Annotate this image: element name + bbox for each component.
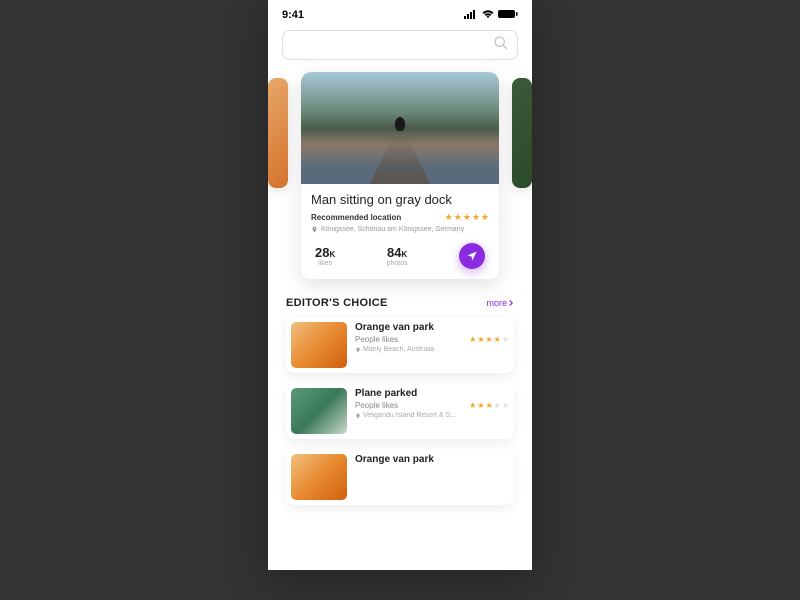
- star-icon: ★: [463, 212, 471, 223]
- star-icon: ★: [454, 212, 462, 223]
- star-icon: ★: [494, 401, 501, 410]
- section-title: EDITOR'S CHOICE: [286, 297, 388, 309]
- star-icon: ★: [445, 212, 453, 223]
- status-time: 9:41: [282, 9, 304, 21]
- featured-location: Königssee, Schönau am Königssee, Germany: [311, 226, 489, 233]
- more-link[interactable]: more: [486, 298, 514, 308]
- recommended-label: Recommended location: [311, 213, 401, 222]
- chevron-right-icon: [508, 300, 514, 306]
- item-title: Orange van park: [355, 322, 509, 333]
- search-wrap: [268, 30, 532, 68]
- status-icons: [464, 9, 518, 22]
- pin-icon: [311, 226, 318, 233]
- star-icon: ★: [502, 401, 509, 410]
- status-bar: 9:41: [268, 0, 532, 30]
- item-rating: ★ ★ ★ ★ ★: [469, 335, 509, 344]
- star-icon: ★: [485, 401, 492, 410]
- star-icon: ★: [469, 335, 476, 344]
- featured-card[interactable]: Man sitting on gray dock Recommended loc…: [301, 72, 499, 279]
- featured-title: Man sitting on gray dock: [311, 192, 489, 207]
- item-thumb: [291, 454, 347, 500]
- item-body: Orange van park: [355, 454, 509, 500]
- phone-frame: 9:41 Man sitting on gray dock: [268, 0, 532, 570]
- pin-icon: [355, 347, 361, 353]
- pin-icon: [355, 413, 361, 419]
- carousel-peek-right[interactable]: [512, 78, 532, 188]
- item-sublabel: People likes: [355, 335, 398, 344]
- item-location: Veligandu Island Resort & S…: [355, 412, 509, 419]
- item-body: Plane parked People likes ★ ★ ★ ★ ★: [355, 388, 509, 434]
- battery-icon: [498, 9, 518, 22]
- item-title: Orange van park: [355, 454, 509, 465]
- navigate-button[interactable]: [459, 243, 485, 269]
- carousel-peek-left[interactable]: [268, 78, 288, 188]
- signal-icon: [464, 9, 478, 22]
- star-icon: ★: [494, 335, 501, 344]
- star-icon: ★: [477, 335, 484, 344]
- navigate-icon: [466, 250, 478, 262]
- item-location: Manly Beach, Australia: [355, 346, 509, 353]
- likes-stat: 28K likes: [315, 245, 335, 267]
- editors-list: Orange van park People likes ★ ★ ★ ★ ★: [286, 317, 514, 505]
- featured-image: [301, 72, 499, 184]
- photos-stat: 84K photos: [387, 245, 408, 267]
- list-item[interactable]: Plane parked People likes ★ ★ ★ ★ ★: [286, 383, 514, 439]
- item-thumb: [291, 388, 347, 434]
- recommended-row: Recommended location ★ ★ ★ ★ ★: [311, 212, 489, 223]
- star-icon: ★: [485, 335, 492, 344]
- featured-body: Man sitting on gray dock Recommended loc…: [301, 184, 499, 279]
- featured-carousel[interactable]: Man sitting on gray dock Recommended loc…: [268, 68, 532, 291]
- search-icon: [493, 35, 509, 56]
- list-item[interactable]: Orange van park People likes ★ ★ ★ ★ ★: [286, 317, 514, 373]
- section-header: EDITOR'S CHOICE more: [286, 297, 514, 309]
- stats-row: 28K likes 84K photos: [311, 243, 489, 269]
- star-icon: ★: [472, 212, 480, 223]
- item-rating: ★ ★ ★ ★ ★: [469, 401, 509, 410]
- item-body: Orange van park People likes ★ ★ ★ ★ ★: [355, 322, 509, 368]
- star-icon: ★: [481, 212, 489, 223]
- featured-rating: ★ ★ ★ ★ ★: [445, 212, 489, 223]
- item-title: Plane parked: [355, 388, 509, 399]
- editors-choice-section: EDITOR'S CHOICE more Orange van park Peo…: [268, 291, 532, 505]
- wifi-icon: [481, 9, 495, 22]
- star-icon: ★: [469, 401, 476, 410]
- star-icon: ★: [477, 401, 484, 410]
- list-item[interactable]: Orange van park: [286, 449, 514, 505]
- location-text: Königssee, Schönau am Königssee, Germany: [321, 226, 464, 233]
- item-sublabel: People likes: [355, 401, 398, 410]
- star-icon: ★: [502, 335, 509, 344]
- item-thumb: [291, 322, 347, 368]
- search-input[interactable]: [282, 30, 518, 60]
